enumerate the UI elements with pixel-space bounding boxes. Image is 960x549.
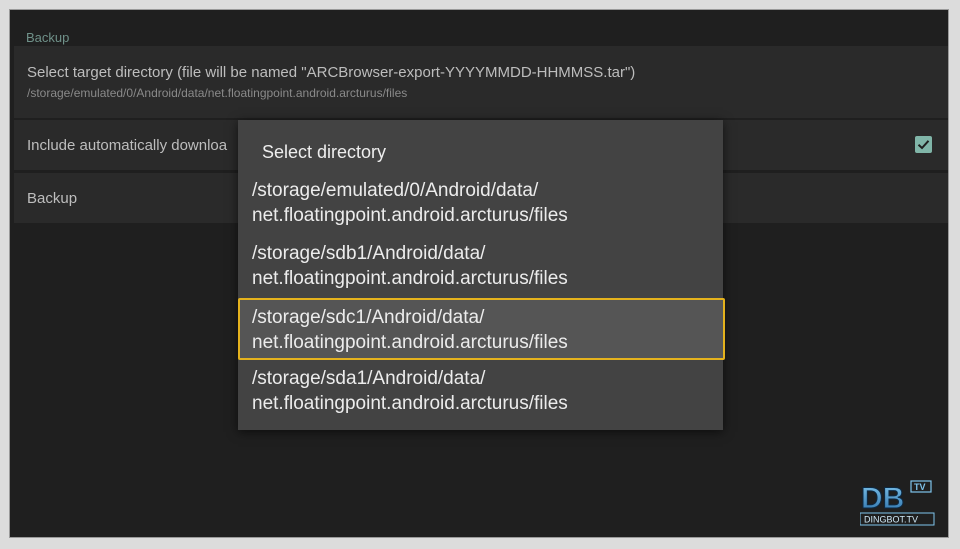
- app-screen: Backup Select target directory (file wil…: [9, 9, 949, 538]
- preference-title: Backup: [27, 190, 78, 207]
- directory-path-line: net.floatingpoint.android.arcturus/files: [252, 268, 568, 289]
- checkmark-icon: [917, 140, 930, 150]
- svg-text:DINGBOT.TV: DINGBOT.TV: [864, 515, 918, 525]
- directory-path-line: /storage/sda1/Android/data/: [252, 368, 486, 389]
- dingbot-watermark-logo: DB TV DINGBOT.TV: [859, 477, 936, 527]
- preference-summary: /storage/emulated/0/Android/data/net.flo…: [27, 86, 408, 100]
- directory-path-line: net.floatingpoint.android.arcturus/files: [252, 205, 568, 226]
- directory-path-line: /storage/sdb1/Android/data/: [252, 243, 486, 264]
- directory-option-sdb1[interactable]: /storage/sdb1/Android/data/ net.floating…: [238, 241, 723, 301]
- directory-path-line: /storage/sdc1/Android/data/: [252, 307, 485, 328]
- directory-option-emulated[interactable]: /storage/emulated/0/Android/data/ net.fl…: [238, 178, 723, 238]
- directory-path-line: /storage/emulated/0/Android/data/: [252, 180, 539, 201]
- preference-title: Select target directory (file will be na…: [27, 64, 636, 81]
- include-checkbox[interactable]: [915, 136, 932, 153]
- directory-option-sda1[interactable]: /storage/sda1/Android/data/ net.floating…: [238, 366, 723, 426]
- dialog-title: Select directory: [262, 142, 387, 162]
- directory-path-line: net.floatingpoint.android.arcturus/files: [252, 393, 568, 414]
- select-target-directory-preference[interactable]: Select target directory (file will be na…: [14, 46, 948, 118]
- directory-option-sdc1[interactable]: /storage/sdc1/Android/data/ net.floating…: [238, 298, 725, 360]
- section-header-backup: Backup: [26, 30, 70, 45]
- preference-title: Include automatically downloa: [27, 137, 228, 154]
- svg-text:TV: TV: [914, 482, 926, 492]
- select-directory-dialog: Select directory /storage/emulated/0/And…: [238, 120, 725, 430]
- svg-text:DB: DB: [861, 482, 904, 515]
- directory-path-line: net.floatingpoint.android.arcturus/files: [252, 332, 568, 353]
